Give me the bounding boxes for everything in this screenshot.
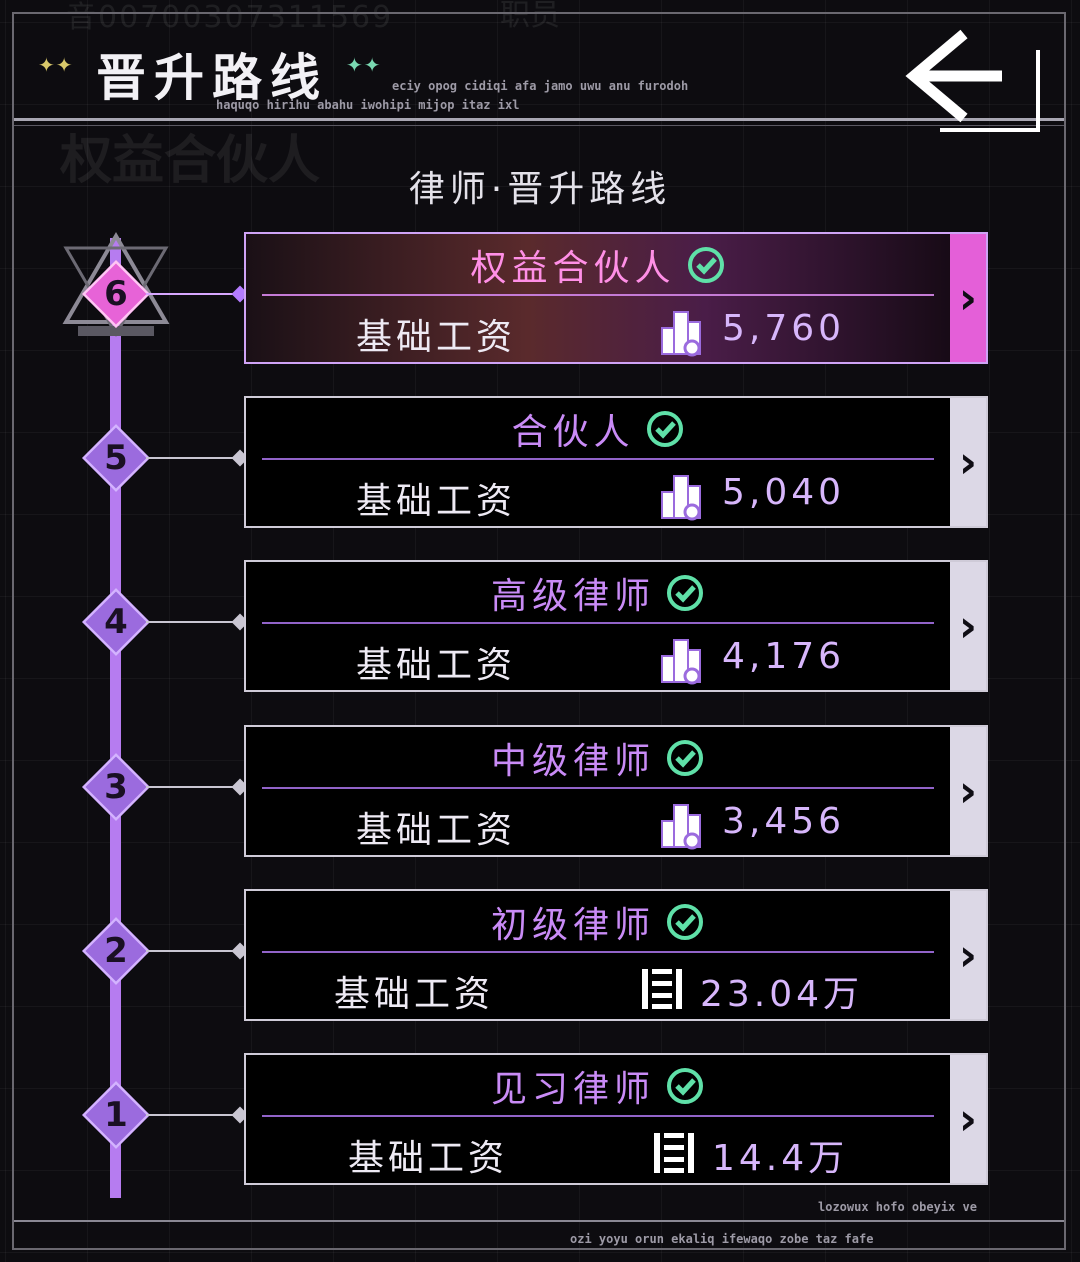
rank-badge-3: 3 — [82, 753, 150, 821]
sparkle-icon-left: ✦✦ — [38, 53, 74, 77]
chevron-right-icon: › — [950, 398, 986, 526]
rank-card-1[interactable]: 见习律师 基础工资 14.4万 › — [244, 1053, 988, 1185]
check-circle-icon — [667, 1068, 703, 1104]
rank-card-4[interactable]: 高级律师 基础工资 4,176 › — [244, 560, 988, 692]
timeline-connector — [146, 1114, 242, 1116]
header-subtext-2: haquqo hirihu abahu iwohipi mijop itaz i… — [216, 98, 520, 112]
building-icon — [661, 804, 701, 850]
back-button[interactable] — [902, 26, 1047, 136]
timeline-connector — [146, 950, 242, 952]
rank-badge-1: 1 — [82, 1081, 150, 1149]
salary-value: 3,456 — [722, 801, 846, 842]
salary-label: 基础工资 — [356, 810, 517, 851]
building-icon — [661, 311, 701, 357]
rank-card-6[interactable]: 权益合伙人 基础工资 5,760 › — [244, 232, 988, 364]
timeline-connector — [146, 786, 242, 788]
footer-divider — [14, 1220, 1064, 1222]
rank-badge-5: 5 — [82, 424, 150, 492]
rank-name: 中级律师 — [490, 741, 655, 782]
rank-badge-4: 4 — [82, 588, 150, 656]
salary-value: 5,040 — [722, 472, 846, 513]
card-divider — [262, 622, 934, 624]
salary-label: 基础工资 — [356, 645, 517, 686]
rank-name: 初级律师 — [490, 905, 655, 946]
salary-value: 14.4万 — [712, 1138, 849, 1179]
salary-label: 基础工资 — [356, 481, 517, 522]
rank-name: 权益合伙人 — [470, 248, 676, 289]
chevron-right-icon: › — [950, 727, 986, 855]
rank-name: 合伙人 — [511, 412, 635, 453]
salary-label: 基础工资 — [348, 1138, 509, 1179]
check-circle-icon — [667, 740, 703, 776]
banknote-icon — [642, 969, 682, 1009]
building-icon — [661, 639, 701, 685]
check-circle-icon — [667, 575, 703, 611]
check-circle-icon — [667, 904, 703, 940]
rank-badge-6: 6 — [82, 260, 150, 328]
card-divider — [262, 458, 934, 460]
timeline-rail — [110, 238, 121, 1198]
arrow-left-icon — [905, 29, 1040, 132]
chevron-right-icon: › — [950, 562, 986, 690]
card-divider — [262, 294, 934, 296]
footer-subtext-1: lozowux hofo obeyix ve — [818, 1200, 977, 1214]
route-title: 律师·晋升路线 — [408, 169, 672, 210]
header-subtext-1: eciy opog cidiqi afa jamo uwu anu furodo… — [392, 79, 689, 93]
timeline-connector — [146, 293, 242, 295]
timeline-connector — [146, 457, 242, 459]
building-icon — [661, 475, 701, 521]
salary-value: 4,176 — [722, 636, 846, 677]
rank-name: 高级律师 — [490, 576, 655, 617]
salary-value: 23.04万 — [700, 974, 864, 1015]
check-circle-icon — [646, 411, 683, 447]
rank-name: 见习律师 — [490, 1069, 655, 1110]
salary-value: 5,760 — [722, 308, 846, 349]
card-divider — [262, 1115, 934, 1117]
rank-badge-2: 2 — [82, 917, 150, 985]
footer-subtext-2: ozi yoyu orun ekaliq ifewaqo zobe taz fa… — [570, 1232, 874, 1246]
chevron-right-icon: › — [950, 891, 986, 1019]
card-divider — [262, 951, 934, 953]
banknote-icon — [654, 1133, 694, 1173]
sparkle-icon-right: ✦✦ — [346, 53, 382, 77]
rank-card-3[interactable]: 中级律师 基础工资 3,456 › — [244, 725, 988, 857]
salary-label: 基础工资 — [356, 317, 517, 358]
check-circle-icon — [687, 247, 724, 283]
salary-label: 基础工资 — [334, 974, 495, 1015]
chevron-right-icon: › — [950, 234, 986, 362]
card-divider — [262, 787, 934, 789]
chevron-right-icon: › — [950, 1055, 986, 1183]
timeline-connector — [146, 621, 242, 623]
rank-card-2[interactable]: 初级律师 基础工资 23.04万 › — [244, 889, 988, 1021]
rank-card-5[interactable]: 合伙人 基础工资 5,040 › — [244, 396, 988, 528]
